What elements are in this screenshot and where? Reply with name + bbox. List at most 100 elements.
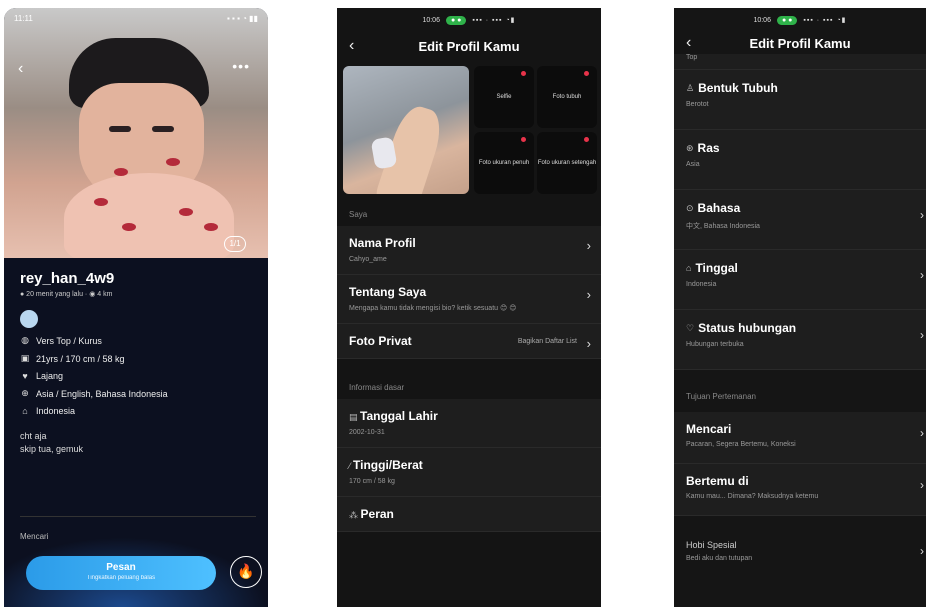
body-icon: ▣ xyxy=(20,353,30,363)
tinggi-berat-row[interactable]: ⁄ Tinggi/Berat 170 cm / 58 kg xyxy=(337,448,601,497)
profile-photo[interactable] xyxy=(4,8,268,258)
message-button-label: Pesan xyxy=(106,562,136,573)
chevron-right-icon: › xyxy=(920,208,924,222)
heart-icon: ♡ xyxy=(686,322,695,333)
row-value: 2002-10-31 xyxy=(349,429,385,436)
photo-slot-selfie[interactable]: Selfie xyxy=(474,66,534,128)
bertemu-di-row[interactable]: Bertemu di Kamu mau... Dimana? Maksudnya… xyxy=(674,464,926,516)
photo-slot-label: Foto ukuran setengah xyxy=(537,160,597,166)
spacer xyxy=(674,516,926,530)
heart-icon: ♥ xyxy=(22,371,28,381)
row-title-text: Bahasa xyxy=(697,201,741,215)
photo-counter: 1/1 xyxy=(224,236,246,252)
row-value: Berotot xyxy=(686,101,709,108)
foto-privat-row[interactable]: Foto Privat Bagikan Daftar List › xyxy=(337,324,601,359)
status-time: 10:06 xyxy=(753,16,771,24)
main-photo[interactable] xyxy=(343,66,469,194)
row-title: ⊙ Bahasa xyxy=(686,201,914,215)
status-pill: ● ● xyxy=(776,15,798,25)
row-title: ♡ Status hubungan xyxy=(686,321,914,335)
row-title-text: Peran xyxy=(360,507,394,521)
role-icon: ⁂ xyxy=(349,510,361,520)
status-time: 10:06 xyxy=(422,16,440,24)
language-icon: ⊙ xyxy=(686,202,694,213)
status-pill: ● ● xyxy=(445,15,467,25)
row-value: 中文, Bahasa Indonesia xyxy=(686,223,760,230)
attribute-text: Lajang xyxy=(36,371,64,381)
row-value: Bedi aku dan tutupan xyxy=(686,555,753,562)
status-icons: ▪ ▪ ▪ ◔ ▮▮ xyxy=(226,14,258,23)
detail-row[interactable]: ♙ Bentuk Tubuh Berotot xyxy=(674,70,926,130)
divider xyxy=(20,516,256,517)
hobi-row[interactable]: Hobi Spesial Bedi aku dan tutupan › xyxy=(674,530,926,582)
row-title: Nama Profil xyxy=(349,236,416,250)
chevron-right-icon: › xyxy=(920,478,924,492)
profile-info: rey_han_4w9 ● 20 menit yang lalu · ◉ 4 k… xyxy=(20,270,256,456)
chevron-right-icon: › xyxy=(920,426,924,440)
back-icon[interactable]: ‹ xyxy=(686,34,691,52)
row-title: ⊛ Ras xyxy=(686,141,914,155)
row-title-text: Tanggal Lahir xyxy=(360,409,438,423)
spacer xyxy=(337,359,601,377)
section-saya: Saya xyxy=(337,204,601,226)
tanggal-lahir-row[interactable]: ▤ Tanggal Lahir 2002-10-31 xyxy=(337,399,601,448)
photo-slot-half[interactable]: Foto ukuran setengah xyxy=(537,132,597,194)
chevron-right-icon: › xyxy=(586,287,591,302)
row-title: ⁄ Tinggi/Berat xyxy=(349,458,589,472)
required-dot xyxy=(584,71,589,76)
status-icons: ▪▪▪ · ▪▪▪ ◔▮ xyxy=(803,17,847,24)
required-dot xyxy=(584,137,589,142)
row-title: ▤ Tanggal Lahir xyxy=(349,409,589,423)
tag-icon: ◍ xyxy=(21,335,29,345)
row-title-text: Bentuk Tubuh xyxy=(698,81,778,95)
nama-profil-row[interactable]: Nama Profil Cahyo_ame › xyxy=(337,226,601,275)
bio-line: cht aja xyxy=(20,431,47,441)
bio: cht aja skip tua, gemuk xyxy=(20,430,256,456)
edit-profile-screen-2: 10:06 ● ● ▪▪▪ · ▪▪▪ ◔▮ ‹ Edit Profil Kam… xyxy=(674,8,926,607)
row-value: Asia xyxy=(686,161,700,168)
detail-rows: ♙ Bentuk Tubuh Berotot ⊛ Ras Asia ⊙ Bahasa 中文, B… xyxy=(674,70,926,370)
attribute-row: ♥ Lajang xyxy=(20,371,256,381)
attribute-row: ⌂ Indonesia xyxy=(20,406,256,416)
row-title: Tentang Saya xyxy=(349,285,427,299)
attribute-text: 21yrs / 170 cm / 58 kg xyxy=(36,353,125,364)
message-button[interactable]: Pesan Tingkatkan peluang balas xyxy=(26,556,216,590)
photo-slot-label: Foto tubuh xyxy=(552,94,582,100)
photo-slot-full[interactable]: Foto ukuran penuh xyxy=(474,132,534,194)
status-icons: ▪▪▪ · ▪▪▪ ◔▮ xyxy=(472,17,516,24)
photo-slot-label: Selfie xyxy=(496,94,512,100)
detail-row[interactable]: ♡ Status hubungan Hubungan terbuka › xyxy=(674,310,926,370)
section-tujuan: Tujuan Pertemanan xyxy=(674,370,926,412)
race-icon: ⊛ xyxy=(686,142,694,153)
tentang-saya-row[interactable]: Tentang Saya Mengapa kamu tidak mengisi … xyxy=(337,275,601,324)
detail-row[interactable]: ⊛ Ras Asia xyxy=(674,130,926,190)
attribute-row: ⊕ Asia / English, Bahasa Indonesia xyxy=(20,388,256,399)
row-title: ⁂ Peran xyxy=(349,507,589,521)
back-icon[interactable]: ‹ xyxy=(349,37,354,55)
row-value: Mengapa kamu tidak mengisi bio? ketik se… xyxy=(349,305,517,312)
photo-slot-label: Foto ukuran penuh xyxy=(478,160,530,166)
avatar[interactable] xyxy=(20,310,38,328)
tap-flame-icon[interactable]: 🔥 xyxy=(230,556,262,588)
edit-profile-screen-1: 10:06 ● ● ▪▪▪ · ▪▪▪ ◔▮ ‹ Edit Profil Kam… xyxy=(337,8,601,607)
detail-row[interactable]: ⌂ Tinggal Indonesia › xyxy=(674,250,926,310)
row-title: Hobi Spesial xyxy=(686,540,737,550)
back-icon[interactable]: ‹ xyxy=(18,60,23,78)
peran-row[interactable]: ⁂ Peran xyxy=(337,497,601,532)
required-dot xyxy=(521,71,526,76)
row-title: ♙ Bentuk Tubuh xyxy=(686,81,914,95)
row-value: Hubungan terbuka xyxy=(686,341,744,348)
calendar-icon: ▤ xyxy=(349,412,361,422)
chevron-right-icon: › xyxy=(586,336,591,351)
status-bar: 10:06 ● ● ▪▪▪ · ▪▪▪ ◔▮ xyxy=(337,8,601,32)
chevron-right-icon: › xyxy=(920,268,924,282)
row-value: 170 cm / 58 kg xyxy=(349,478,395,485)
attribute-row: ▣ 21yrs / 170 cm / 58 kg xyxy=(20,353,256,364)
photo-slot-body[interactable]: Foto tubuh xyxy=(537,66,597,128)
row-title-text: Tinggal xyxy=(695,261,738,275)
more-options-icon[interactable]: ••• xyxy=(232,58,250,74)
detail-row[interactable]: ⊙ Bahasa 中文, Bahasa Indonesia › xyxy=(674,190,926,250)
row-value: Indonesia xyxy=(686,281,717,288)
mencari-row[interactable]: Mencari Pacaran, Segera Bertemu, Koneksi… xyxy=(674,412,926,464)
attribute-text: Vers Top / Kurus xyxy=(36,335,102,346)
